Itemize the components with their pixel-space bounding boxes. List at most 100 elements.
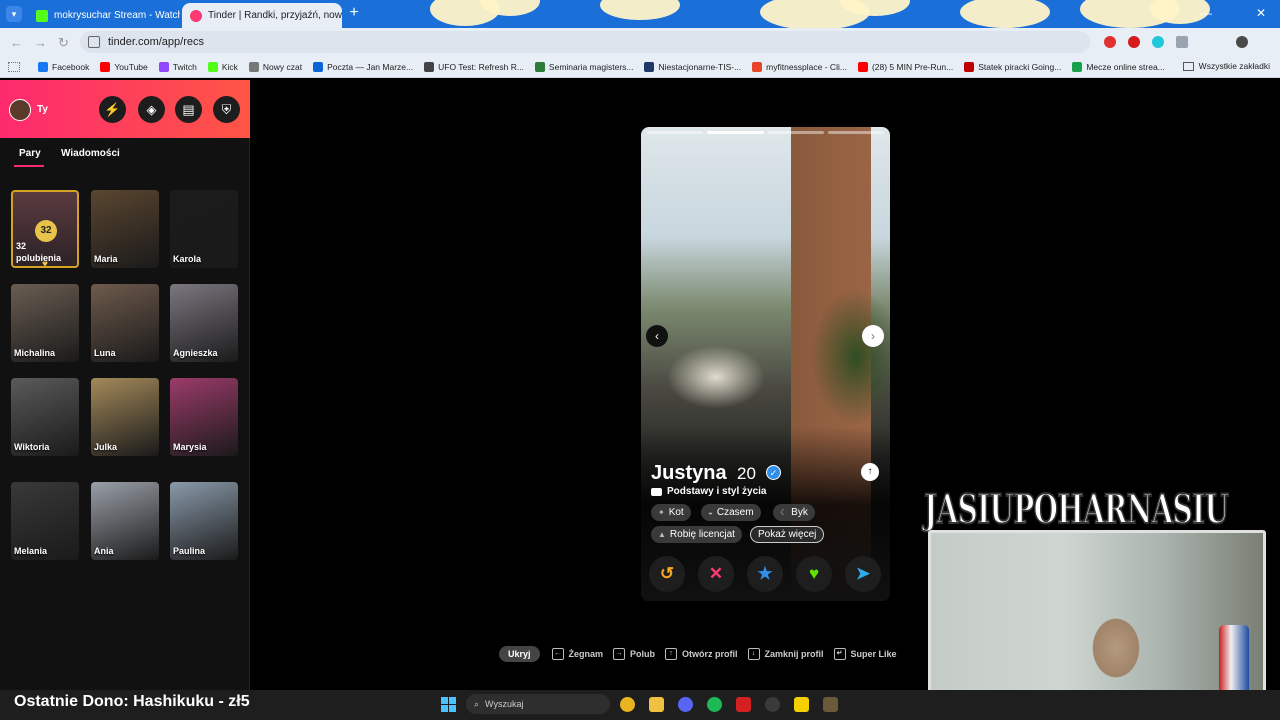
match-card[interactable]: Michalina [11, 284, 79, 362]
tab-title: Tinder | Randki, przyjaźń, nowe [208, 10, 342, 21]
bookmark-item[interactable]: Statek piracki Going... [964, 61, 1062, 72]
match-card[interactable]: Luna [91, 284, 159, 362]
app-icon[interactable] [736, 697, 751, 712]
bookmark-item[interactable]: (28) 5 MIN Pre-Run... [857, 61, 953, 72]
url-input[interactable]: tinder.com/app/recs [80, 31, 1090, 53]
match-name: Maria [94, 254, 118, 264]
match-name: Ania [94, 546, 114, 556]
tab-messages[interactable]: Wiadomości [61, 148, 120, 159]
match-name: Agnieszka [173, 348, 218, 358]
bookmark-item[interactable]: Nowy czat [248, 61, 302, 72]
search-placeholder: Wyszukaj [485, 699, 524, 709]
bookmark-favicon-icon [857, 61, 868, 72]
forward-icon[interactable]: → [34, 35, 47, 50]
all-bookmarks-label: Wszystkie zakładki [1198, 61, 1270, 71]
new-tab-button[interactable]: + [346, 5, 362, 21]
likes-word: polubienia [16, 253, 61, 263]
show-more-button[interactable]: Pokaż więcej [750, 526, 825, 543]
match-card[interactable]: Melania [11, 482, 79, 560]
discord-icon[interactable] [678, 697, 693, 712]
bookmark-label: UFO Test: Refresh R... [438, 61, 524, 72]
close-window-icon[interactable]: ✕ [1256, 6, 1266, 20]
bookmark-label: Statek piracki Going... [978, 61, 1062, 72]
left-key-icon: ← [551, 648, 564, 660]
photo-progress-segment[interactable] [767, 131, 824, 134]
show-more-label: Pokaż więcej [758, 529, 817, 540]
enter-key-icon: ↵ [833, 648, 846, 660]
profile-link[interactable]: Ty [37, 104, 48, 115]
notes-icon[interactable] [794, 697, 809, 712]
minimize-icon[interactable]: — [1200, 6, 1212, 20]
reload-icon[interactable]: ↻ [58, 35, 69, 51]
match-card[interactable]: Wiktoria [11, 378, 79, 456]
previous-photo-icon[interactable]: ‹ [646, 325, 668, 347]
bookmark-item[interactable]: Mecze online strea... [1072, 61, 1165, 72]
photo-progress-segment[interactable] [827, 131, 884, 134]
match-card[interactable]: Ania [91, 482, 159, 560]
open-profile-icon[interactable]: ↑ [861, 463, 879, 481]
app-icon[interactable] [823, 697, 838, 712]
bookmark-item[interactable]: UFO Test: Refresh R... [424, 61, 524, 72]
super-like-button[interactable]: ★ [747, 556, 783, 592]
obs-icon[interactable] [765, 697, 780, 712]
file-explorer-icon[interactable] [649, 697, 664, 712]
match-card[interactable]: Maria [91, 190, 159, 268]
bookmark-favicon-icon [752, 61, 763, 72]
profile-card[interactable]: ‹ › Justyna 20 ✓ ↑ Podstawy i styl życia… [641, 127, 890, 601]
match-card[interactable]: Agnieszka [170, 284, 238, 362]
taskbar-search-input[interactable]: ⌕ Wyszukaj [466, 694, 610, 714]
back-icon[interactable]: ← [10, 35, 23, 50]
verified-badge-icon: ✓ [766, 465, 781, 480]
explore-compass-icon[interactable]: ◈ [138, 96, 165, 123]
rewind-button[interactable]: ↺ [649, 556, 685, 592]
browser-tab-tinder[interactable]: Tinder | Randki, przyjaźń, nowe ✕ [182, 3, 342, 28]
boost-button[interactable]: ➤ [845, 556, 881, 592]
bookmark-item[interactable]: Twitch [158, 61, 197, 72]
site-info-icon[interactable] [88, 36, 100, 48]
sidebar-tabs: Pary Wiadomości [0, 138, 250, 178]
photo-progress-segment[interactable] [707, 131, 764, 134]
hide-hints-button[interactable]: Ukryj [499, 646, 540, 662]
nope-button[interactable]: ✕ [698, 556, 734, 592]
apps-grid-icon[interactable] [8, 61, 20, 72]
bookmark-item[interactable]: Facebook [38, 61, 89, 72]
safety-shield-icon[interactable]: ⛨ [213, 96, 240, 123]
bookmark-label: myfitnessplace - Cli... [766, 61, 847, 72]
kick-favicon-icon [36, 9, 48, 22]
match-card[interactable]: Paulina [170, 482, 238, 560]
match-card[interactable]: Marysia [170, 378, 238, 456]
tab-list-button[interactable]: ▾ [6, 6, 22, 22]
chrome-icon[interactable] [620, 697, 635, 712]
extension-icon[interactable] [1152, 36, 1164, 48]
bookmark-item[interactable]: Seminaria magisters... [534, 61, 633, 72]
up-key-icon: ↑ [665, 648, 678, 660]
profile-avatar-icon[interactable] [1236, 36, 1248, 48]
work-briefcase-icon[interactable]: ▤ [175, 96, 202, 123]
windows-start-icon[interactable] [441, 697, 456, 712]
extensions-puzzle-icon[interactable] [1176, 36, 1188, 48]
bookmark-item[interactable]: Niestacjonarne-TIS-... [644, 61, 741, 72]
adblock-extension-icon[interactable] [1104, 36, 1116, 48]
tab-matches[interactable]: Pary [19, 148, 41, 159]
spotify-icon[interactable] [707, 697, 722, 712]
like-button[interactable]: ♥ [796, 556, 832, 592]
boost-bolt-icon[interactable]: ⚡ [99, 96, 126, 123]
browser-tab-kick[interactable]: mokrysuchar Stream - Watch L ✕ [28, 3, 180, 28]
all-bookmarks-button[interactable]: Wszystkie zakładki [1182, 61, 1270, 71]
search-icon: ⌕ [474, 698, 480, 709]
likes-label: 32 polubienia [16, 240, 61, 264]
bookmark-item[interactable]: YouTube [100, 61, 148, 72]
next-photo-icon[interactable]: › [862, 325, 884, 347]
bookmark-item[interactable]: Poczta — Jan Marze... [313, 61, 414, 72]
likes-you-card[interactable]: 32 32 polubienia ♥ [11, 190, 79, 268]
bookmark-label: Poczta — Jan Marze... [327, 61, 414, 72]
match-card[interactable]: Julka [91, 378, 159, 456]
match-card[interactable]: Karola [170, 190, 238, 268]
extension-icon[interactable] [1128, 36, 1140, 48]
match-name: Paulina [173, 546, 206, 556]
bookmark-item[interactable]: myfitnessplace - Cli... [752, 61, 847, 72]
chip-pets: ✦ Kot [651, 504, 691, 521]
user-avatar[interactable] [9, 99, 31, 121]
photo-progress-segment[interactable] [647, 131, 704, 134]
bookmark-item[interactable]: Kick [207, 61, 238, 72]
